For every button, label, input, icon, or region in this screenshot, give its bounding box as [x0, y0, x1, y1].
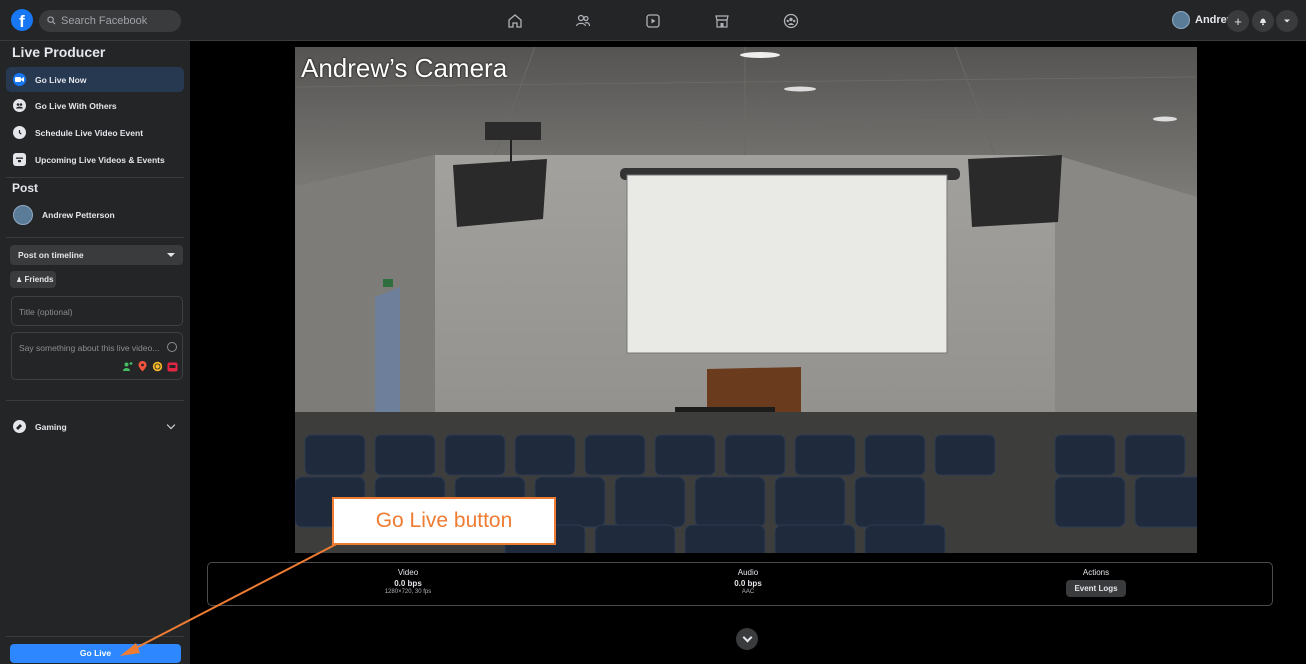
search-input[interactable]: Search Facebook — [39, 10, 181, 32]
feeling-icon[interactable] — [152, 361, 163, 372]
game-controller-icon — [13, 420, 26, 433]
groups-icon[interactable] — [781, 11, 801, 31]
event-logs-button[interactable]: Event Logs — [1066, 580, 1126, 597]
title-input[interactable]: Title (optional) — [11, 296, 183, 326]
go-live-button[interactable]: Go Live — [10, 644, 181, 663]
clock-icon — [13, 126, 26, 139]
gaming-section-toggle[interactable]: Gaming — [6, 414, 184, 439]
calendar-icon — [13, 153, 26, 166]
plus-icon: + — [1234, 13, 1242, 29]
marketplace-icon[interactable] — [712, 11, 732, 31]
sidebar-item-upcoming-events[interactable]: Upcoming Live Videos & Events — [6, 147, 184, 172]
divider — [6, 636, 184, 637]
audio-bitrate: 0.0 bps — [734, 579, 762, 588]
description-input[interactable]: Say something about this live video... — [11, 332, 183, 380]
account-menu-button[interactable] — [1276, 10, 1298, 32]
watch-icon[interactable] — [643, 11, 663, 31]
divider — [6, 400, 184, 401]
profile-name: Andrew Petterson — [42, 210, 115, 220]
sidebar-item-label: Upcoming Live Videos & Events — [35, 154, 165, 165]
camera-icon — [13, 73, 26, 86]
avatar — [13, 205, 33, 225]
post-location-value: Post on timeline — [18, 250, 84, 260]
search-icon — [47, 16, 56, 25]
friends-icon[interactable] — [573, 11, 593, 31]
event-icon[interactable] — [167, 361, 178, 372]
bell-icon — [1260, 18, 1266, 26]
top-navigation-bar: f Search Facebook Andrew + — [0, 0, 1306, 41]
post-location-select[interactable]: Post on timeline — [10, 245, 183, 265]
audience-label: Friends — [24, 275, 54, 284]
search-placeholder: Search Facebook — [61, 15, 148, 27]
facebook-logo-icon[interactable]: f — [11, 9, 33, 31]
description-placeholder: Say something about this live video... — [19, 343, 160, 353]
video-bitrate: 0.0 bps — [394, 579, 422, 588]
divider — [6, 177, 184, 178]
live-producer-sidebar: Live Producer Go Live Now Go Live With O… — [0, 41, 190, 664]
sidebar-item-label: Go Live With Others — [35, 100, 117, 111]
sidebar-item-label: Schedule Live Video Event — [35, 127, 144, 138]
actions-section: Actions Event Logs — [1056, 568, 1136, 597]
title-placeholder: Title (optional) — [19, 307, 73, 317]
post-section-title: Post — [12, 181, 39, 195]
sidebar-item-schedule-event[interactable]: Schedule Live Video Event — [6, 120, 184, 145]
sidebar-item-go-live-now[interactable]: Go Live Now — [6, 67, 184, 92]
caret-down-icon — [1284, 19, 1290, 23]
audio-detail: AAC — [741, 589, 755, 595]
camera-preview: Andrew’s Camera — [295, 47, 1197, 553]
chevron-down-icon — [166, 420, 176, 430]
actions-title: Actions — [1082, 568, 1110, 577]
post-tools — [122, 361, 178, 372]
video-stats-title: Video — [397, 568, 419, 577]
sidebar-title: Live Producer — [12, 44, 106, 60]
tag-people-icon[interactable] — [122, 361, 133, 372]
caret-down-icon — [167, 253, 175, 257]
main-preview-area: Andrew’s Camera Video 0.0 bps 1280×720, … — [190, 41, 1306, 664]
friends-icon: ♟ — [16, 277, 23, 284]
gaming-label: Gaming — [35, 421, 67, 432]
stream-stats-panel: Video 0.0 bps 1280×720, 30 fps Audio 0.0… — [207, 562, 1273, 606]
emoji-icon[interactable] — [167, 342, 177, 352]
expand-chevron-button[interactable] — [736, 628, 758, 650]
sidebar-item-label: Go Live Now — [35, 74, 87, 85]
divider — [6, 237, 184, 238]
annotation-callout: Go Live button — [332, 497, 556, 545]
notifications-button[interactable] — [1252, 10, 1274, 32]
audio-stats-title: Audio — [737, 568, 759, 577]
video-detail: 1280×720, 30 fps — [384, 589, 432, 595]
avatar — [1172, 11, 1190, 29]
location-pin-icon[interactable] — [137, 361, 148, 372]
video-stats: Video 0.0 bps 1280×720, 30 fps — [368, 568, 448, 595]
audio-stats: Audio 0.0 bps AAC — [708, 568, 788, 595]
audience-button[interactable]: ♟ Friends — [10, 271, 56, 288]
lecture-hall-image — [295, 47, 1197, 553]
camera-label: Andrew’s Camera — [301, 53, 508, 83]
people-icon — [13, 99, 26, 112]
post-profile: Andrew Petterson — [6, 201, 184, 229]
sidebar-item-go-live-with-others[interactable]: Go Live With Others — [6, 93, 184, 118]
home-icon[interactable] — [505, 11, 525, 31]
create-button[interactable]: + — [1227, 10, 1249, 32]
